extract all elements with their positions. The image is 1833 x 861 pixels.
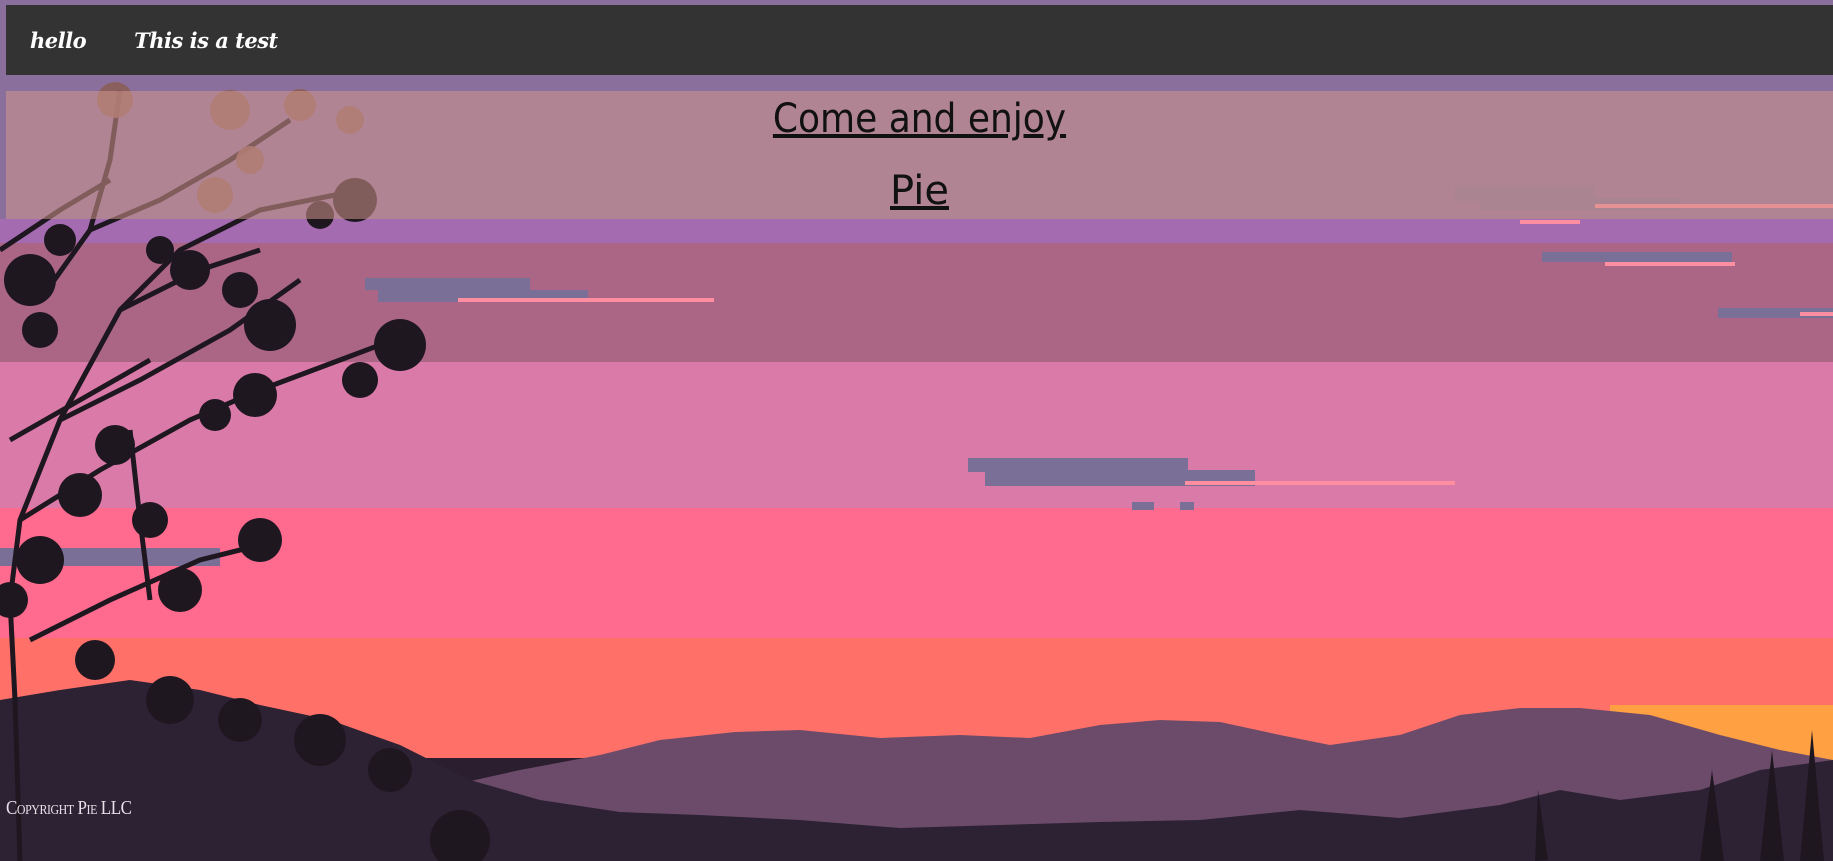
hero-subtitle[interactable]: Pie [6,169,1833,213]
cloud-highlights [458,204,1833,485]
footer-copyright: Copyright Pie LLC [6,797,132,819]
nav-link-this-is-a-test[interactable]: This is a test [110,28,302,53]
hero-banner: Come and enjoy Pie [6,91,1833,219]
nav-link-hello[interactable]: hello [6,28,110,53]
hero-title[interactable]: Come and enjoy [6,91,1833,144]
top-navbar: hello This is a test [6,5,1833,75]
